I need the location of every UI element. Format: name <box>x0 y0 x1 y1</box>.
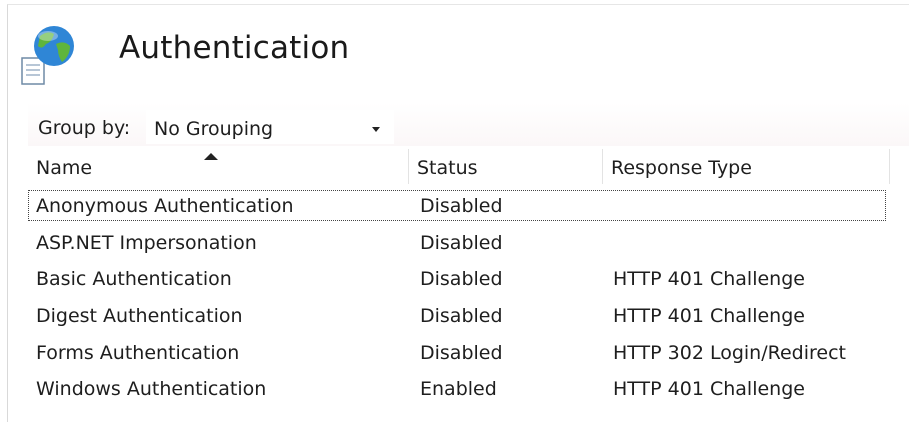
row-status: Disabled <box>420 305 503 327</box>
group-by-toolbar: Group by: No Grouping <box>28 103 909 146</box>
table-row[interactable]: ASP.NET Impersonation Disabled <box>28 227 886 258</box>
row-status: Enabled <box>420 378 497 400</box>
column-header-status[interactable]: Status <box>409 149 603 184</box>
row-name: Windows Authentication <box>36 378 267 400</box>
table-row[interactable]: Digest Authentication Disabled HTTP 401 … <box>28 300 886 331</box>
row-status: Disabled <box>420 232 503 254</box>
row-response-type: HTTP 401 Challenge <box>613 378 805 400</box>
feature-header: Authentication <box>18 22 518 85</box>
row-name: Forms Authentication <box>36 342 240 364</box>
row-response-type: HTTP 302 Login/Redirect <box>613 342 846 364</box>
chevron-down-icon[interactable] <box>372 127 380 132</box>
authentication-list: Name Status Response Type Anonymous Auth… <box>28 149 909 417</box>
table-row[interactable]: Basic Authentication Disabled HTTP 401 C… <box>28 263 886 294</box>
row-status: Disabled <box>420 268 503 290</box>
column-header-label: Name <box>36 157 93 179</box>
table-row[interactable]: Windows Authentication Enabled HTTP 401 … <box>28 373 886 404</box>
column-header-label: Response Type <box>611 157 752 179</box>
row-response-type: HTTP 401 Challenge <box>613 268 805 290</box>
table-row[interactable]: Forms Authentication Disabled HTTP 302 L… <box>28 337 886 368</box>
sort-ascending-icon <box>204 153 218 160</box>
page-title: Authentication <box>119 30 350 66</box>
table-row[interactable]: Anonymous Authentication Disabled <box>28 190 886 221</box>
column-header-response-type[interactable]: Response Type <box>603 149 890 184</box>
authentication-feature-icon <box>18 24 82 86</box>
group-by-value: No Grouping <box>154 118 274 140</box>
column-header-label: Status <box>417 157 478 179</box>
row-name: Digest Authentication <box>36 305 243 327</box>
row-name: Anonymous Authentication <box>36 195 294 217</box>
group-by-label: Group by: <box>38 117 131 139</box>
row-status: Disabled <box>420 195 503 217</box>
group-by-dropdown[interactable]: No Grouping <box>146 110 394 144</box>
row-response-type: HTTP 401 Challenge <box>613 305 805 327</box>
row-name: ASP.NET Impersonation <box>36 232 257 254</box>
row-status: Disabled <box>420 342 503 364</box>
row-name: Basic Authentication <box>36 268 232 290</box>
column-header-name[interactable]: Name <box>28 149 409 184</box>
